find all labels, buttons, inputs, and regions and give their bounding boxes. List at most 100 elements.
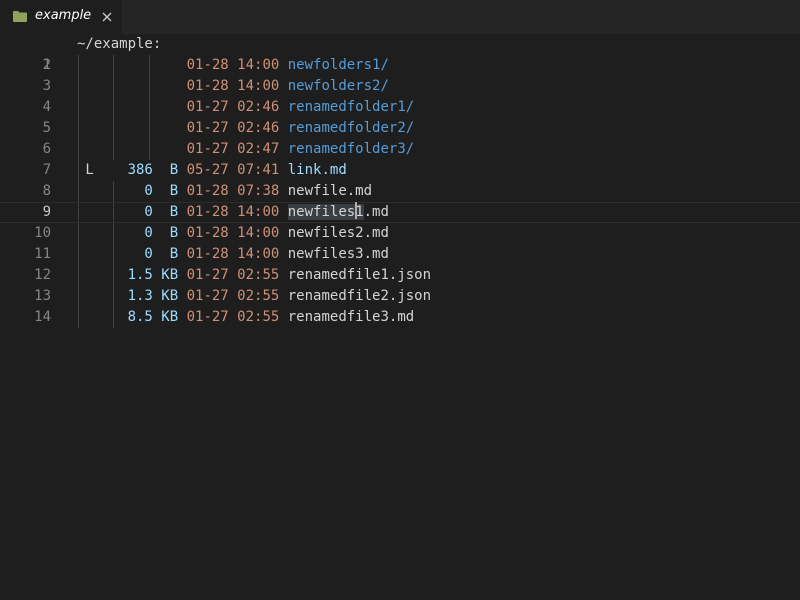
entry-content: 8.5 KB 01-27 02:55 renamedfile3.md [77, 307, 415, 328]
close-icon[interactable] [101, 11, 113, 23]
entry-flag [77, 120, 111, 136]
line-number: 3 [42, 78, 51, 94]
entry-size: 8.5 KB [110, 309, 179, 325]
entry-row[interactable]: 10 0 B 01-28 14:00 newfiles2.md [0, 223, 800, 244]
tab-bar: example [0, 0, 800, 34]
entry-flag [77, 309, 111, 325]
entry-content: 01-27 02:46 renamedfolder2/ [77, 118, 415, 139]
entry-date: 05-27 07:41 [186, 162, 280, 178]
entry-name[interactable]: renamedfile3.md [288, 309, 414, 325]
entry-date: 01-27 02:46 [186, 99, 280, 115]
entry-size [111, 141, 178, 157]
entry-content: 0 B 01-28 14:00 newfiles3.md [77, 244, 389, 265]
directory-path: ~/example: [77, 36, 162, 52]
entry-size: 1.3 KB [110, 288, 179, 304]
line-number: 10 [34, 225, 51, 241]
line-number: 4 [42, 99, 51, 115]
entry-name[interactable]: newfiles2.md [288, 225, 389, 241]
line-number: 2 [42, 57, 51, 73]
line-number: 8 [42, 183, 51, 199]
entry-date: 01-27 02:47 [186, 141, 280, 157]
line-number: 12 [34, 267, 51, 283]
entry-row[interactable]: 8 0 B 01-28 07:38 newfile.md [0, 181, 800, 202]
text-cursor [355, 202, 358, 219]
entry-name[interactable]: renamedfolder1/ [288, 99, 414, 115]
entry-flag [77, 204, 111, 220]
line-number: 11 [34, 246, 51, 262]
entry-date: 01-28 14:00 [186, 78, 280, 94]
entry-date: 01-27 02:55 [186, 309, 280, 325]
entry-content: 0 B 01-28 14:00 newfiles2.md [77, 223, 389, 244]
entry-flag [77, 99, 111, 115]
entry-date: 01-28 14:00 [186, 57, 280, 73]
entry-content: 1.5 KB 01-27 02:55 renamedfile1.json [77, 265, 431, 286]
entry-date: 01-28 07:38 [186, 183, 280, 199]
entry-row[interactable]: 2 01-28 14:00 newfolders1/ [0, 55, 800, 76]
entry-name[interactable]: newfile.md [288, 183, 372, 199]
tab-example[interactable]: example [0, 0, 122, 34]
entry-size: 0 B [110, 246, 179, 262]
line-number: 6 [42, 141, 51, 157]
entry-content: 01-27 02:47 renamedfolder3/ [77, 139, 415, 160]
entry-content: 01-27 02:46 renamedfolder1/ [77, 97, 415, 118]
editor-line-1[interactable]: 1 ~/example: [0, 34, 800, 73]
editor[interactable]: 1 ~/example: 2 01-28 14:00 newfolders1/3… [0, 34, 800, 600]
entry-flag: L [77, 162, 111, 178]
entry-content: 01-28 14:00 newfolders2/ [77, 76, 389, 97]
entry-row[interactable]: 6 01-27 02:47 renamedfolder3/ [0, 139, 800, 160]
entry-row[interactable]: 14 8.5 KB 01-27 02:55 renamedfile3.md [0, 307, 800, 328]
entry-name[interactable]: newfolders1/ [288, 57, 389, 73]
entry-name[interactable]: renamedfile1.json [288, 267, 431, 283]
entry-content: 01-28 14:00 newfolders1/ [77, 55, 389, 76]
entry-name[interactable]: renamedfolder2/ [288, 120, 414, 136]
entry-content: 0 B 01-28 14:00 newfiles1.md [77, 202, 389, 223]
entry-size: 0 B [110, 183, 179, 199]
entry-row[interactable]: 3 01-28 14:00 newfolders2/ [0, 76, 800, 97]
entry-row[interactable]: 12 1.5 KB 01-27 02:55 renamedfile1.json [0, 265, 800, 286]
entry-name[interactable]: newfolders2/ [288, 78, 389, 94]
entry-date: 01-28 14:00 [186, 225, 280, 241]
entry-size: 0 B [110, 225, 179, 241]
entry-flag [77, 78, 111, 94]
entry-row[interactable]: 4 01-27 02:46 renamedfolder1/ [0, 97, 800, 118]
entry-name[interactable]: renamedfile2.json [288, 288, 431, 304]
entry-content: L 386 B 05-27 07:41 link.md [77, 160, 347, 181]
line-number: 14 [34, 309, 51, 325]
entry-date: 01-27 02:55 [186, 288, 280, 304]
entry-size [111, 120, 178, 136]
tab-label: example [35, 8, 92, 23]
line-number: 7 [42, 162, 51, 178]
entry-name[interactable]: newfiles3.md [288, 246, 389, 262]
entry-row[interactable]: 5 01-27 02:46 renamedfolder2/ [0, 118, 800, 139]
entry-row[interactable]: 7 L 386 B 05-27 07:41 link.md [0, 160, 800, 181]
entry-flag [77, 57, 111, 73]
entry-flag [77, 267, 111, 283]
line-number: 13 [34, 288, 51, 304]
entry-content: 1.3 KB 01-27 02:55 renamedfile2.json [77, 286, 431, 307]
line-number: 9 [42, 204, 51, 220]
entry-name[interactable]: renamedfolder3/ [288, 141, 414, 157]
entry-flag [77, 246, 111, 262]
entry-date: 01-28 14:00 [186, 246, 280, 262]
entry-date: 01-27 02:46 [186, 120, 280, 136]
entry-size: 386 B [110, 162, 179, 178]
entry-name[interactable]: link.md [288, 162, 347, 178]
entry-size [111, 78, 178, 94]
entry-row[interactable]: 13 1.3 KB 01-27 02:55 renamedfile2.json [0, 286, 800, 307]
entry-date: 01-27 02:55 [186, 267, 280, 283]
line-number: 5 [42, 120, 51, 136]
entry-row[interactable]: 9 0 B 01-28 14:00 newfiles1.md [0, 202, 800, 223]
entry-name[interactable]: newfiles1.md [287, 202, 389, 220]
entry-flag [77, 288, 111, 304]
entry-size [111, 57, 178, 73]
entry-flag [77, 225, 111, 241]
entry-size: 1.5 KB [110, 267, 179, 283]
selection-highlight: newfiles1 [287, 202, 364, 220]
entry-size [111, 99, 178, 115]
entry-date: 01-28 14:00 [186, 204, 280, 220]
entry-size: 0 B [110, 204, 179, 220]
entry-flag [77, 183, 111, 199]
folder-icon [13, 11, 27, 22]
entry-flag [77, 141, 111, 157]
entry-row[interactable]: 11 0 B 01-28 14:00 newfiles3.md [0, 244, 800, 265]
